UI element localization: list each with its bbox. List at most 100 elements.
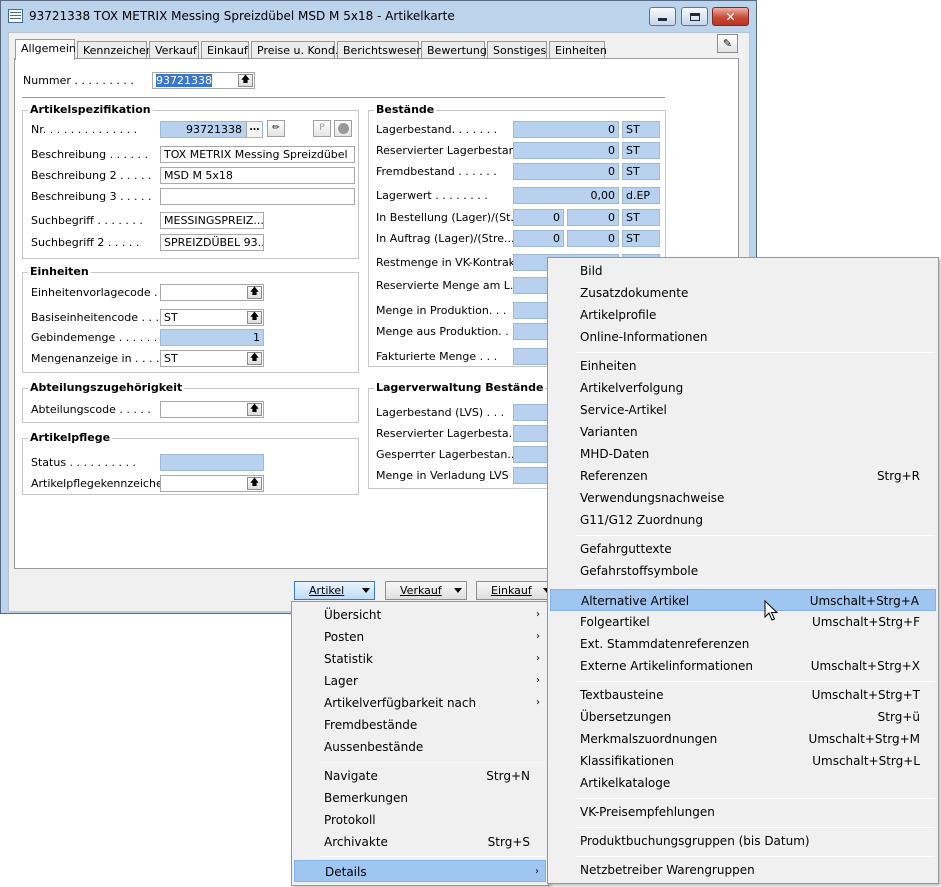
status-field[interactable] bbox=[160, 454, 264, 471]
menu-item[interactable]: Produktbuchungsgruppen (bis Datum) bbox=[550, 830, 936, 852]
menu-item[interactable]: Posten › bbox=[294, 626, 546, 648]
menu-item[interactable]: Aussenbestände bbox=[294, 736, 546, 758]
menu-item[interactable]: Bemerkungen bbox=[294, 787, 546, 809]
menu-item[interactable]: Referenzen Strg+R bbox=[550, 465, 936, 487]
artikelpflegekennzeichen-field[interactable]: 🡅 bbox=[160, 475, 264, 492]
bestand-unit: d.EP bbox=[622, 187, 660, 204]
menu-item[interactable]: MHD-Daten bbox=[550, 443, 936, 465]
menu-item[interactable]: Klassifikationen Umschalt+Strg+L bbox=[550, 750, 936, 772]
bestand-value[interactable]: 0,00 bbox=[513, 187, 619, 204]
verkauf-menu-button[interactable]: Verkauf bbox=[385, 581, 467, 600]
suchbegriff-field[interactable]: MESSINGSPREIZ... bbox=[160, 212, 264, 229]
beschreibung3-label: Beschreibung 3 . . . . . bbox=[31, 190, 152, 203]
arrow-up-icon[interactable]: 🡅 bbox=[238, 74, 253, 87]
pencil-icon[interactable]: ✏ bbox=[267, 120, 285, 137]
nr-field[interactable]: 93721338 … bbox=[160, 121, 263, 138]
tab-berichtswesen[interactable]: Berichtswesen bbox=[337, 41, 423, 59]
menu-item[interactable]: Verwendungsnachweise bbox=[550, 487, 936, 509]
arrow-up-icon[interactable]: 🡅 bbox=[247, 286, 262, 299]
arrow-up-icon[interactable]: 🡅 bbox=[247, 311, 262, 324]
menu-item-label: Übersicht bbox=[324, 608, 382, 622]
menu-item[interactable]: Gefahrguttexte bbox=[550, 538, 936, 560]
beschreibung3-field[interactable] bbox=[160, 188, 355, 205]
minimize-button[interactable] bbox=[649, 7, 676, 26]
tab-einkauf[interactable]: Einkauf bbox=[201, 41, 249, 59]
menu-item[interactable]: Statistik › bbox=[294, 648, 546, 670]
einkauf-menu-button[interactable]: Einkauf bbox=[476, 581, 556, 600]
menu-item[interactable]: VK-Preisempfehlungen bbox=[550, 801, 936, 823]
menu-item[interactable]: Artikelprofile bbox=[550, 304, 936, 326]
menu-item[interactable]: Archivakte Strg+S bbox=[294, 831, 546, 853]
menu-item[interactable]: Merkmalszuordnungen Umschalt+Strg+M bbox=[550, 728, 936, 750]
menu-item[interactable]: Textbausteine Umschalt+Strg+T bbox=[550, 684, 936, 706]
menu-item[interactable]: Artikelverfolgung bbox=[550, 377, 936, 399]
menu-item[interactable]: Service-Artikel bbox=[550, 399, 936, 421]
assist-edit-button[interactable]: … bbox=[246, 122, 262, 137]
title-bar[interactable]: 93721338 TOX METRIX Messing Spreizdübel … bbox=[1, 1, 756, 31]
bestand-value-1[interactable]: 0 bbox=[513, 230, 564, 247]
circle-button[interactable] bbox=[334, 120, 352, 137]
basiseinheit-field[interactable]: ST 🡅 bbox=[160, 309, 264, 326]
menu-item[interactable]: Ext. Stammdatenreferenzen bbox=[550, 633, 936, 655]
menu-item-label: Aussenbestände bbox=[324, 740, 424, 754]
menu-item[interactable]: Netzbetreiber Warengruppen bbox=[550, 859, 936, 881]
tab-einheiten[interactable]: Einheiten bbox=[549, 41, 607, 59]
lvs-label: Menge in Verladung LVS . bbox=[376, 469, 516, 482]
menu-item[interactable]: Bild bbox=[550, 260, 936, 282]
edit-page-button[interactable]: ✎ bbox=[717, 34, 738, 53]
menu-item-label: G11/G12 Zuordnung bbox=[580, 513, 703, 527]
tab-bewertung[interactable]: Bewertung bbox=[421, 41, 487, 59]
mengenanzeige-value: ST bbox=[164, 352, 178, 365]
bestand-value-2[interactable]: 0 bbox=[567, 230, 619, 247]
menu-item[interactable]: Protokoll bbox=[294, 809, 546, 831]
bestand-value-2[interactable]: 0 bbox=[567, 209, 619, 226]
close-button[interactable]: ✕ bbox=[712, 7, 749, 26]
menu-item[interactable]: Fremdbestände bbox=[294, 714, 546, 736]
beschreibung-field[interactable]: TOX METRIX Messing Spreizdübel bbox=[160, 146, 355, 163]
bestand-unit: ST bbox=[622, 230, 660, 247]
menu-item-label: MHD-Daten bbox=[580, 447, 650, 461]
bestand-value[interactable]: 0 bbox=[513, 121, 619, 138]
menu-item[interactable]: Externe Artikelinformationen Umschalt+Str… bbox=[550, 655, 936, 677]
verkauf-menu-label: Verkauf bbox=[400, 584, 442, 597]
tab-allgemein[interactable]: Allgemein bbox=[15, 39, 76, 60]
menu-item[interactable]: Artikelkataloge bbox=[550, 772, 936, 794]
bestand-value-1[interactable]: 0 bbox=[513, 209, 564, 226]
suchbegriff2-field[interactable]: SPREIZDÜBEL 93... bbox=[160, 234, 264, 251]
menu-item[interactable]: Online-Informationen bbox=[550, 326, 936, 348]
maximize-button[interactable] bbox=[681, 7, 708, 26]
einheitenvorlage-field[interactable]: 🡅 bbox=[160, 284, 264, 301]
artikel-menu-button[interactable]: Artikel bbox=[294, 581, 375, 600]
menu-item[interactable]: Gefahrstoffsymbole bbox=[550, 560, 936, 582]
gebindemenge-field[interactable]: 1 bbox=[160, 329, 264, 346]
tab-verkauf[interactable]: Verkauf bbox=[149, 41, 199, 59]
arrow-up-icon[interactable]: 🡅 bbox=[247, 352, 262, 365]
menu-item-shortcut: Umschalt+Strg+F bbox=[812, 615, 920, 629]
tab-kennzeichen[interactable]: Kennzeichen bbox=[77, 41, 153, 59]
menu-item[interactable]: Varianten bbox=[550, 421, 936, 443]
mengenanzeige-field[interactable]: ST 🡅 bbox=[160, 350, 264, 367]
menu-item[interactable]: Navigate Strg+N bbox=[294, 765, 546, 787]
menu-item[interactable]: G11/G12 Zuordnung bbox=[550, 509, 936, 531]
menu-item-label: Ext. Stammdatenreferenzen bbox=[580, 637, 750, 651]
menu-item[interactable]: Einheiten bbox=[550, 355, 936, 377]
bestand-value[interactable]: 0 bbox=[513, 142, 619, 159]
arrow-up-icon[interactable]: 🡅 bbox=[247, 477, 262, 490]
nummer-field[interactable]: 93721338 🡅 bbox=[152, 72, 255, 89]
menu-item[interactable]: Lager › bbox=[294, 670, 546, 692]
menu-item[interactable]: Übersetzungen Strg+ü bbox=[550, 706, 936, 728]
menu-item[interactable]: Details › bbox=[294, 860, 546, 882]
menu-item[interactable]: Artikelverfügbarkeit nach › bbox=[294, 692, 546, 714]
tab-preise[interactable]: Preise u. Kond. bbox=[251, 41, 338, 59]
beschreibung2-field[interactable]: MSD M 5x18 bbox=[160, 167, 355, 184]
menu-separator bbox=[320, 762, 545, 763]
menu-item[interactable]: Übersicht › bbox=[294, 604, 546, 626]
bestand-value[interactable]: 0 bbox=[513, 163, 619, 180]
arrow-up-icon[interactable]: 🡅 bbox=[247, 403, 262, 416]
menu-item[interactable]: Alternative Artikel Umschalt+Strg+A bbox=[550, 589, 936, 611]
menu-item[interactable]: Zusatzdokumente bbox=[550, 282, 936, 304]
abteilungscode-field[interactable]: 🡅 bbox=[160, 401, 264, 418]
tab-sonstiges[interactable]: Sonstiges bbox=[487, 41, 547, 59]
menu-item[interactable]: Folgeartikel Umschalt+Strg+F bbox=[550, 611, 936, 633]
p-button[interactable]: P bbox=[313, 120, 331, 137]
